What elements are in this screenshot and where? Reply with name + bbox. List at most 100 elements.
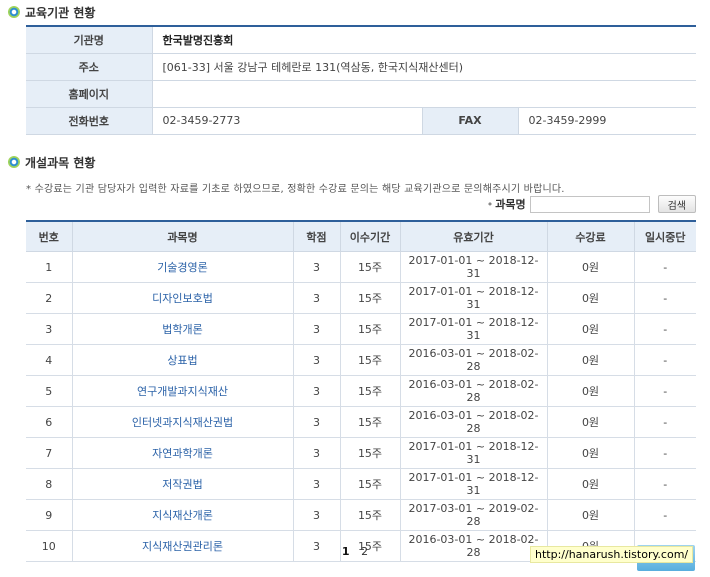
column-header-period: 이수기간 [340, 221, 401, 252]
course-name-link[interactable]: 연구개발과지식재산 [72, 375, 294, 407]
course-no-cell: 4 [26, 344, 73, 376]
course-suspend-cell: - [634, 468, 696, 500]
course-no-cell: 5 [26, 375, 73, 407]
course-table-body: 1 기술경영론 3 15주 2017-01-01 ~ 2018-12-31 0원 -2 디자인… [26, 251, 696, 562]
course-period-cell: 15주 [340, 282, 401, 314]
course-no-cell: 2 [26, 282, 73, 314]
course-no-cell: 1 [26, 251, 73, 283]
course-credit-cell: 3 [293, 313, 341, 345]
search-button[interactable]: 검색 [657, 195, 696, 213]
column-header-fee: 수강료 [547, 221, 635, 252]
course-fee-cell: 0원 [547, 313, 635, 345]
course-no-cell: 9 [26, 499, 73, 531]
name-label: 기관명 [26, 26, 153, 54]
column-header-validity: 유효기간 [400, 221, 548, 252]
course-no-cell: 6 [26, 406, 73, 438]
course-credit-cell: 3 [293, 344, 341, 376]
course-no-cell: 8 [26, 468, 73, 500]
course-credit-cell: 3 [293, 251, 341, 283]
bullet-circle-icon [8, 6, 20, 18]
table-row: 3 법학개론 3 15주 2017-01-01 ~ 2018-12-31 0원 - [26, 313, 696, 345]
bullet-circle-icon [8, 156, 20, 168]
course-name-link[interactable]: 자연과학개론 [72, 437, 294, 469]
course-name-link[interactable]: 디자인보호법 [72, 282, 294, 314]
course-validity-cell: 2017-01-01 ~ 2018-12-31 [400, 251, 548, 283]
search-label-bullet: • [486, 198, 494, 211]
column-header-name: 과목명 [72, 221, 294, 252]
course-table: 번호 과목명 학점 이수기간 유효기간 수강료 일시중단 1 기술경영론 3 15주 2… [26, 220, 696, 562]
course-credit-cell: 3 [293, 406, 341, 438]
course-credit-cell: 3 [293, 375, 341, 407]
course-suspend-cell: - [634, 375, 696, 407]
institution-info-table: 기관명 한국발명진흥회 주소 [061-33] 서울 강남구 테헤란로 131(… [26, 25, 696, 135]
column-header-credit: 학점 [293, 221, 341, 252]
table-row: 7 자연과학개론 3 15주 2017-01-01 ~ 2018-12-31 0원 - [26, 437, 696, 469]
course-fee-cell: 0원 [547, 406, 635, 438]
course-period-cell: 15주 [340, 406, 401, 438]
course-period-cell: 15주 [340, 499, 401, 531]
course-suspend-cell: - [634, 344, 696, 376]
page-link-2[interactable]: 2 [361, 545, 368, 558]
search-label: • 과목명 [487, 196, 526, 212]
course-name-link[interactable]: 저작권법 [72, 468, 294, 500]
fax-label: FAX [421, 107, 519, 135]
course-name-link[interactable]: 인터넷과지식재산권법 [72, 406, 294, 438]
course-fee-cell: 0원 [547, 437, 635, 469]
courses-section-title: 개설과목 현황 [8, 153, 95, 171]
course-no-cell: 7 [26, 437, 73, 469]
page-link-1[interactable]: 1 [342, 545, 350, 558]
course-period-cell: 15주 [340, 313, 401, 345]
info-row-homepage: 홈페이지 [26, 80, 696, 108]
info-row-phone: 전화번호 02-3459-2773 FAX 02-3459-2999 [26, 107, 696, 135]
search-label-text: 과목명 [495, 198, 526, 211]
course-suspend-cell: - [634, 313, 696, 345]
course-fee-cell: 0원 [547, 499, 635, 531]
course-suspend-cell: - [634, 437, 696, 469]
courses-section-title-text: 개설과목 현황 [25, 155, 96, 170]
course-name-link[interactable]: 법학개론 [72, 313, 294, 345]
course-credit-cell: 3 [293, 437, 341, 469]
course-credit-cell: 3 [293, 282, 341, 314]
course-period-cell: 15주 [340, 375, 401, 407]
course-period-cell: 15주 [340, 437, 401, 469]
course-search-bar: • 과목명 검색 [487, 195, 696, 213]
watermark-url: http://hanarush.tistory.com/ [530, 546, 694, 563]
institution-homepage [152, 80, 696, 108]
table-row: 8 저작권법 3 15주 2017-01-01 ~ 2018-12-31 0원 - [26, 468, 696, 500]
course-suspend-cell: - [634, 251, 696, 283]
institution-phone: 02-3459-2773 [152, 107, 422, 135]
table-row: 6 인터넷과지식재산권법 3 15주 2016-03-01 ~ 2018-02-28 0원… [26, 406, 696, 438]
course-fee-cell: 0원 [547, 375, 635, 407]
course-period-cell: 15주 [340, 344, 401, 376]
course-validity-cell: 2016-03-01 ~ 2018-02-28 [400, 406, 548, 438]
course-name-link[interactable]: 기술경영론 [72, 251, 294, 283]
institution-section-title: 교육기관 현황 [8, 3, 95, 21]
table-row: 1 기술경영론 3 15주 2017-01-01 ~ 2018-12-31 0원 - [26, 251, 696, 283]
column-header-no: 번호 [26, 221, 73, 252]
course-validity-cell: 2017-01-01 ~ 2018-12-31 [400, 313, 548, 345]
table-row: 2 디자인보호법 3 15주 2017-01-01 ~ 2018-12-31 0원 - [26, 282, 696, 314]
info-row-name: 기관명 한국발명진흥회 [26, 26, 696, 54]
course-validity-cell: 2017-01-01 ~ 2018-12-31 [400, 437, 548, 469]
course-period-cell: 15주 [340, 468, 401, 500]
course-validity-cell: 2016-03-01 ~ 2018-02-28 [400, 375, 548, 407]
course-no-cell: 3 [26, 313, 73, 345]
course-name-search-input[interactable] [529, 195, 650, 213]
course-suspend-cell: - [634, 406, 696, 438]
homepage-label: 홈페이지 [26, 80, 153, 108]
course-fee-cell: 0원 [547, 344, 635, 376]
address-label: 주소 [26, 53, 153, 81]
table-row: 4 상표법 3 15주 2016-03-01 ~ 2018-02-28 0원 - [26, 344, 696, 376]
phone-label: 전화번호 [26, 107, 153, 135]
course-name-link[interactable]: 지식재산개론 [72, 499, 294, 531]
course-name-link[interactable]: 상표법 [72, 344, 294, 376]
course-validity-cell: 2017-03-01 ~ 2019-02-28 [400, 499, 548, 531]
institution-fax: 02-3459-2999 [518, 107, 696, 135]
course-fee-cell: 0원 [547, 468, 635, 500]
info-row-address: 주소 [061-33] 서울 강남구 테헤란로 131(역삼동, 한국지식재산센… [26, 53, 696, 81]
table-row: 5 연구개발과지식재산 3 15주 2016-03-01 ~ 2018-02-28 0원 - [26, 375, 696, 407]
institution-name: 한국발명진흥회 [152, 26, 696, 54]
course-fee-cell: 0원 [547, 282, 635, 314]
column-header-suspend: 일시중단 [634, 221, 696, 252]
course-suspend-cell: - [634, 282, 696, 314]
